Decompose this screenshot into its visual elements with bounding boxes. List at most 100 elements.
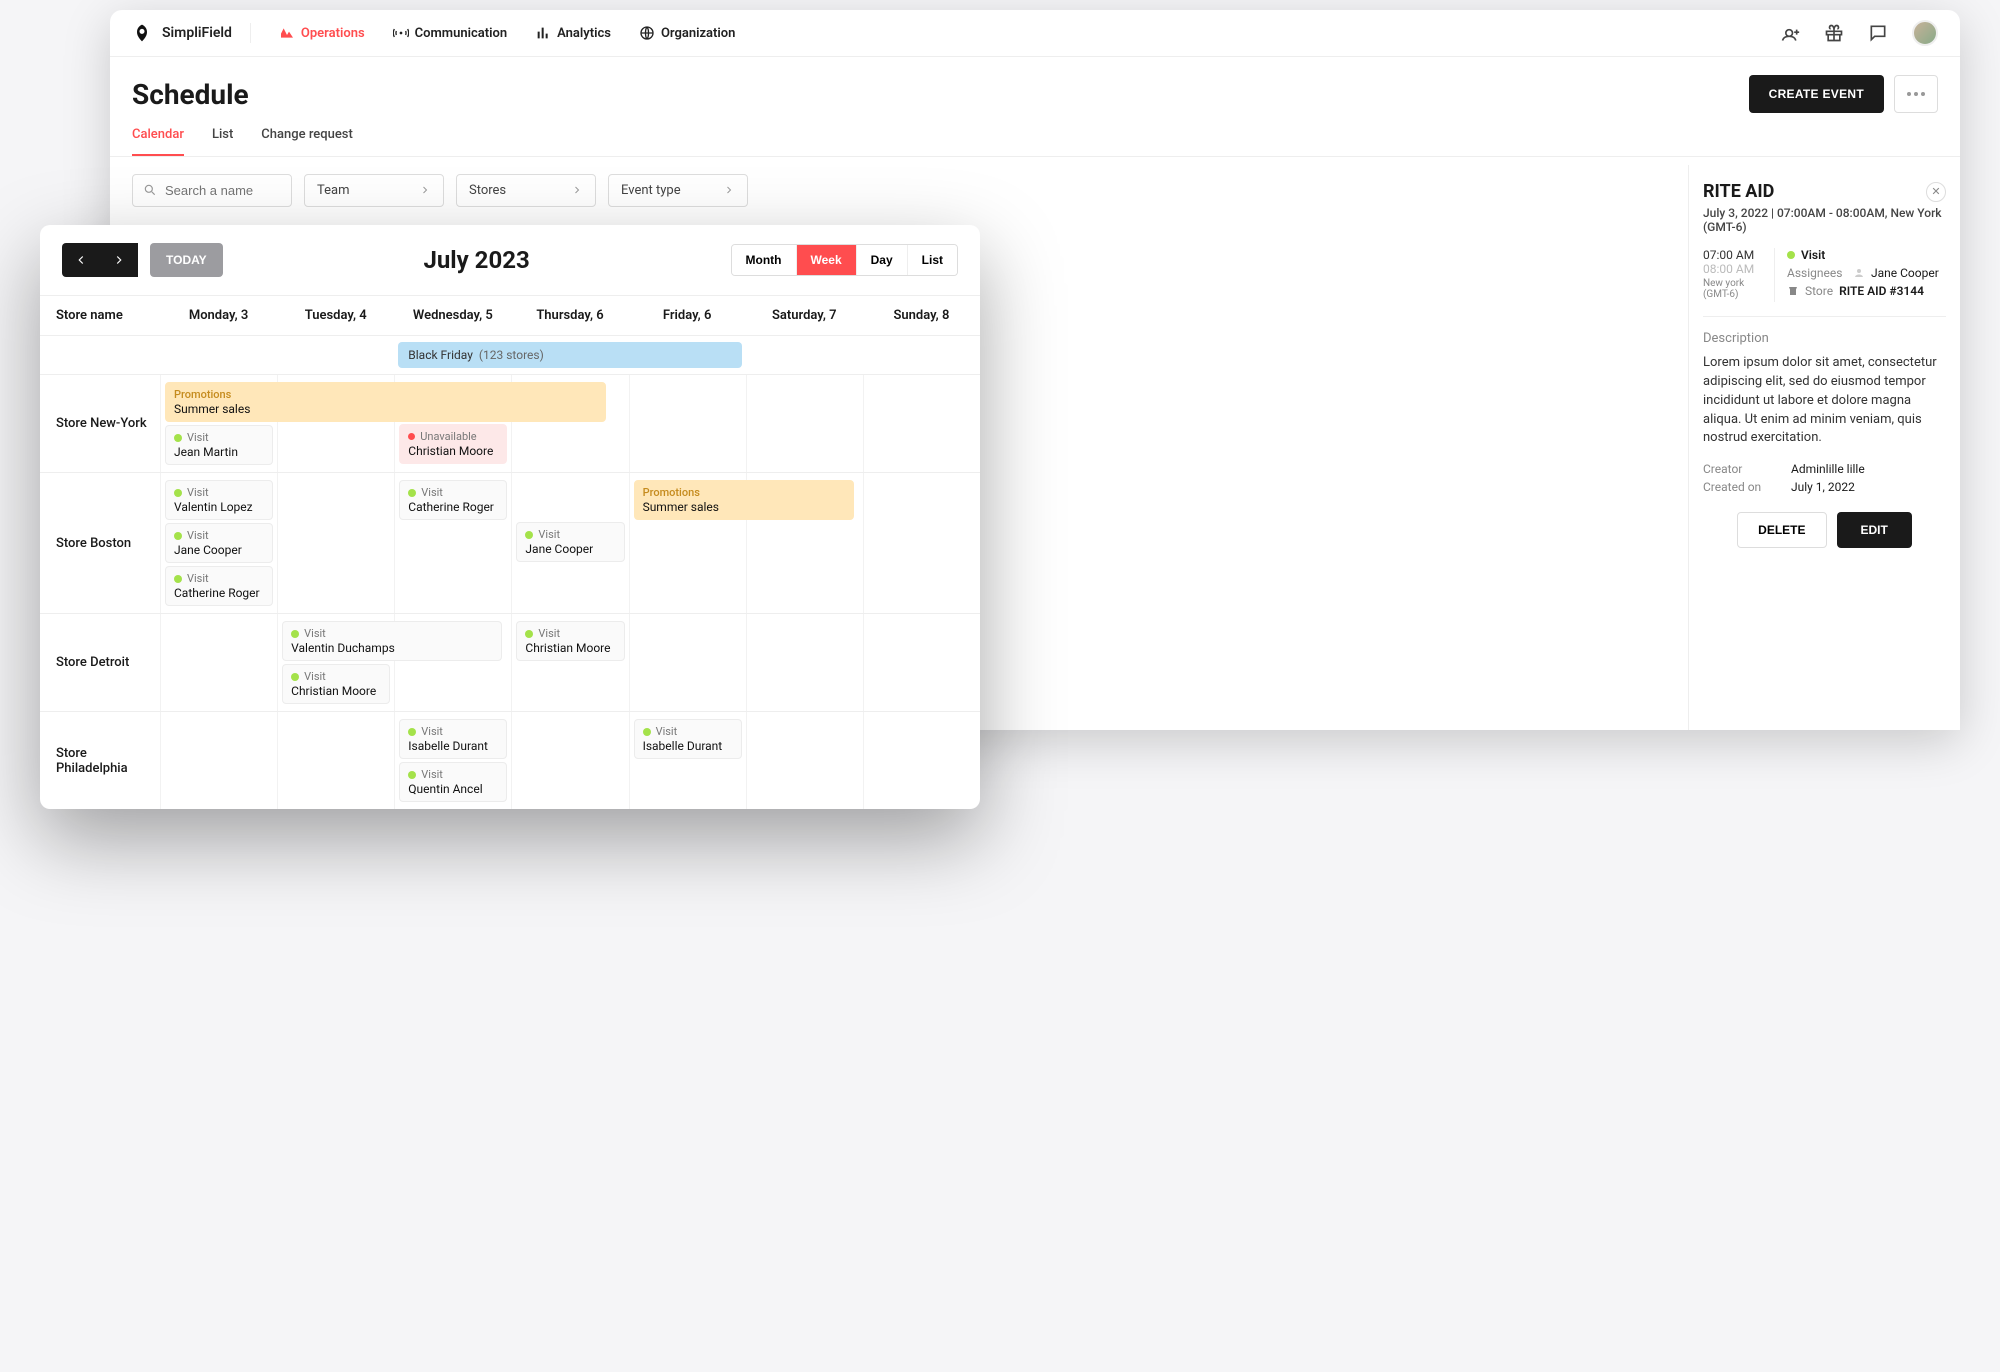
status-dot-icon [643, 728, 651, 736]
col-day: Monday, 3 [160, 296, 277, 336]
banner-event[interactable]: Black Friday (123 stores) [398, 342, 741, 368]
table-row: Store Boston Visit Valentin Lopez Visit … [40, 473, 980, 614]
col-day: Sunday, 8 [863, 296, 980, 336]
creator-value: Adminlille lille [1791, 462, 1865, 476]
avatar[interactable] [1912, 20, 1938, 46]
tab-list[interactable]: List [212, 127, 233, 156]
filters: Team Stores Event type BY USERS BY STORE… [110, 157, 1960, 223]
event-chip[interactable]: Visit Catherine Roger [165, 566, 273, 606]
chat-icon[interactable] [1868, 23, 1888, 43]
status-dot-icon [174, 532, 182, 540]
col-store-name: Store name [40, 296, 160, 336]
nav-item-label: Organization [661, 26, 735, 41]
search-input[interactable] [165, 183, 281, 198]
event-type-dropdown[interactable]: Event type [608, 174, 748, 207]
event-chip[interactable]: Visit Jane Cooper [516, 522, 624, 562]
delete-button[interactable]: DELETE [1737, 512, 1826, 548]
store-name: Store Detroit [40, 614, 160, 711]
calendar-card: TODAY July 2023 Month Week Day List Stor… [40, 225, 980, 809]
calendar-title: July 2023 [223, 246, 731, 274]
nav-item-label: Communication [415, 26, 507, 41]
brand: SimpliField [132, 23, 251, 43]
status-dot-icon [1787, 251, 1795, 259]
nav-analytics[interactable]: Analytics [535, 25, 611, 41]
status-dot-icon [408, 489, 416, 497]
event-chip[interactable]: Promotions Summer sales [634, 480, 854, 520]
store-icon [1787, 285, 1799, 297]
store-label: Store [1805, 284, 1833, 298]
event-chip[interactable]: Visit Isabelle Durant [399, 719, 507, 759]
col-day: Saturday, 7 [746, 296, 863, 336]
search-input-wrap[interactable] [132, 174, 292, 207]
col-day: Wednesday, 5 [394, 296, 511, 336]
dot-icon [1921, 92, 1925, 96]
chevron-right-icon [571, 184, 583, 196]
meta-created-on: Created on July 1, 2022 [1703, 480, 1946, 494]
view-day[interactable]: Day [856, 245, 907, 275]
edit-button[interactable]: EDIT [1837, 512, 1912, 548]
view-month[interactable]: Month [732, 245, 796, 275]
tab-change-request[interactable]: Change request [261, 127, 353, 156]
chevron-right-icon [419, 184, 431, 196]
chip-body: Isabelle Durant [408, 739, 498, 753]
created-on-label: Created on [1703, 480, 1775, 494]
next-button[interactable] [100, 243, 138, 277]
status-dot-icon [174, 434, 182, 442]
nav-operations[interactable]: Operations [279, 25, 365, 41]
status-dot-icon [408, 771, 416, 779]
chip-tag: Visit [656, 725, 678, 738]
close-icon[interactable]: ✕ [1926, 182, 1946, 202]
banner-count: (123 stores) [479, 348, 544, 362]
chip-tag: Visit [187, 486, 209, 499]
team-dropdown[interactable]: Team [304, 174, 444, 207]
more-menu-button[interactable] [1894, 75, 1938, 113]
col-day: Tuesday, 4 [277, 296, 394, 336]
chip-tag: Visit [421, 486, 443, 499]
event-chip[interactable]: Visit Christian Moore [516, 621, 624, 661]
detail-summary: 07:00 AM 08:00 AM New york (GMT-6) Visit… [1703, 248, 1946, 317]
page-header: Schedule Create Event [110, 57, 1960, 113]
time-start: 07:00 AM [1703, 248, 1764, 262]
nav-organization[interactable]: Organization [639, 25, 735, 41]
dot-icon [1907, 92, 1911, 96]
event-chip[interactable]: Visit Isabelle Durant [634, 719, 742, 759]
tab-calendar[interactable]: Calendar [132, 127, 184, 156]
globe-icon [639, 25, 655, 41]
banner-label: Black Friday [408, 348, 473, 362]
description-label: Description [1703, 331, 1946, 346]
event-chip[interactable]: Unavailable Christian Moore [399, 424, 507, 464]
chip-tag: Visit [421, 725, 443, 738]
stores-dropdown[interactable]: Stores [456, 174, 596, 207]
prev-button[interactable] [62, 243, 100, 277]
event-chip[interactable]: Visit Jean Martin [165, 425, 273, 465]
event-chip[interactable]: Visit Christian Moore [282, 664, 390, 704]
event-chip[interactable]: Visit Valentin Duchamps [282, 621, 502, 661]
status-dot-icon [291, 630, 299, 638]
create-event-button[interactable]: Create Event [1749, 75, 1884, 113]
detail-type: Visit [1801, 248, 1825, 262]
calendar-toolbar: TODAY July 2023 Month Week Day List [40, 225, 980, 295]
top-nav-right [1780, 20, 1938, 46]
status-dot-icon [174, 575, 182, 583]
chip-body: Christian Moore [291, 684, 381, 698]
today-button[interactable]: TODAY [150, 243, 223, 277]
col-day: Friday, 6 [629, 296, 746, 336]
creator-label: Creator [1703, 462, 1775, 476]
chip-body: Valentin Lopez [174, 500, 264, 514]
chip-tag: Promotions [643, 486, 845, 499]
chip-body: Isabelle Durant [643, 739, 733, 753]
dropdown-label: Stores [469, 183, 506, 198]
event-chip[interactable]: Visit Jane Cooper [165, 523, 273, 563]
gift-icon[interactable] [1824, 23, 1844, 43]
created-on-value: July 1, 2022 [1791, 480, 1855, 494]
detail-panel: RITE AID ✕ July 3, 2022 | 07:00AM - 08:0… [1688, 165, 1960, 730]
event-chip[interactable]: Promotions Summer sales [165, 382, 606, 422]
view-week[interactable]: Week [796, 245, 856, 275]
nav-communication[interactable]: Communication [393, 25, 507, 41]
event-chip[interactable]: Visit Catherine Roger [399, 480, 507, 520]
event-chip[interactable]: Visit Quentin Ancel [399, 762, 507, 802]
event-chip[interactable]: Visit Valentin Lopez [165, 480, 273, 520]
view-list[interactable]: List [907, 245, 957, 275]
add-user-icon[interactable] [1780, 23, 1800, 43]
chip-tag: Promotions [174, 388, 597, 401]
